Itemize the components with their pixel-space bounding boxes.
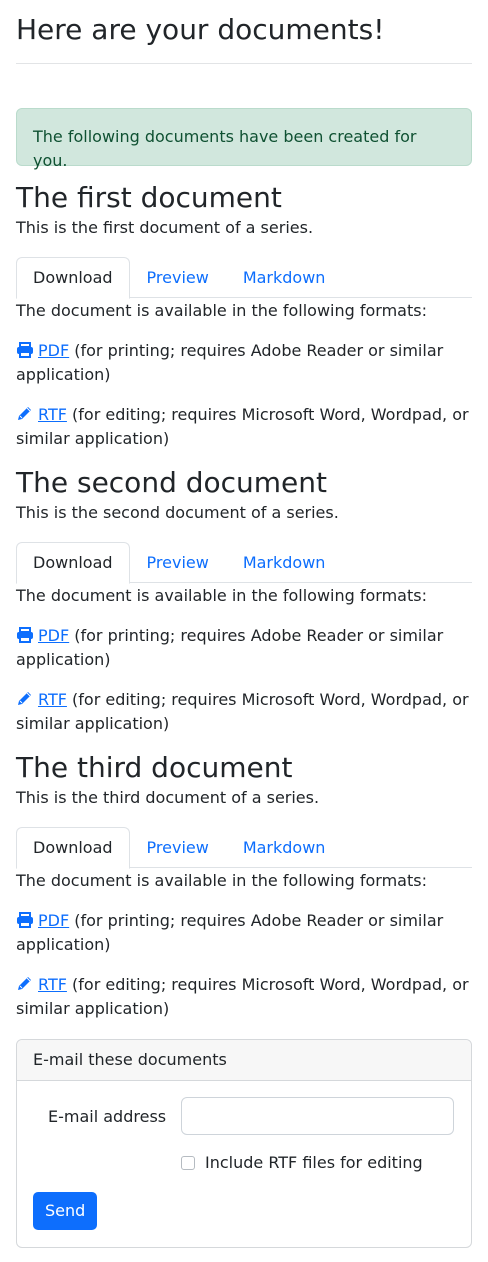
formats-intro: The document is available in the followi… bbox=[16, 586, 427, 605]
include-rtf-label[interactable]: Include RTF files for editing bbox=[205, 1151, 423, 1175]
document-section: The third document This is the third doc… bbox=[16, 736, 472, 1021]
pencil-icon bbox=[18, 407, 31, 420]
email-card: E-mail these documents E-mail address In… bbox=[16, 1039, 472, 1248]
pencil-icon bbox=[18, 977, 31, 990]
tab-preview[interactable]: Preview bbox=[130, 542, 226, 584]
printer-icon bbox=[17, 342, 33, 358]
formats-intro: The document is available in the followi… bbox=[16, 301, 427, 320]
pdf-note: (for printing; requires Adobe Reader or … bbox=[16, 626, 444, 669]
rtf-link[interactable]: RTF bbox=[16, 690, 67, 709]
rtf-link-label: RTF bbox=[38, 405, 67, 424]
document-section: The second document This is the second d… bbox=[16, 451, 472, 736]
pdf-link[interactable]: PDF bbox=[16, 341, 69, 360]
document-tabs: Download Preview Markdown bbox=[16, 257, 472, 299]
page-title: Here are your documents! bbox=[16, 13, 385, 46]
rtf-link-label: RTF bbox=[38, 690, 67, 709]
document-title: The second document bbox=[16, 466, 328, 499]
document-description: This is the third document of a series. bbox=[16, 788, 320, 807]
tab-markdown[interactable]: Markdown bbox=[226, 257, 343, 299]
rtf-link[interactable]: RTF bbox=[16, 975, 67, 994]
document-description: This is the first document of a series. bbox=[16, 218, 314, 237]
pdf-link[interactable]: PDF bbox=[16, 626, 69, 645]
rtf-link[interactable]: RTF bbox=[16, 405, 67, 424]
tab-preview[interactable]: Preview bbox=[130, 827, 226, 869]
printer-icon bbox=[17, 627, 33, 643]
format-item-rtf: RTF (for editing; requires Microsoft Wor… bbox=[16, 973, 472, 1021]
document-title: The first document bbox=[16, 181, 282, 214]
pdf-note: (for printing; requires Adobe Reader or … bbox=[16, 341, 444, 384]
tab-download[interactable]: Download bbox=[16, 542, 130, 584]
include-rtf-checkbox[interactable] bbox=[181, 1156, 195, 1170]
format-item-rtf: RTF (for editing; requires Microsoft Wor… bbox=[16, 688, 472, 736]
document-title: The third document bbox=[16, 751, 293, 784]
email-card-header: E-mail these documents bbox=[17, 1040, 471, 1081]
document-description: This is the second document of a series. bbox=[16, 503, 339, 522]
pdf-note: (for printing; requires Adobe Reader or … bbox=[16, 911, 444, 954]
document-section: The first document This is the first doc… bbox=[16, 166, 472, 451]
success-alert: The following documents have been create… bbox=[16, 108, 472, 170]
include-rtf-option: Include RTF files for editing bbox=[181, 1151, 423, 1175]
pdf-link-label: PDF bbox=[38, 911, 70, 930]
format-item-pdf: PDF (for printing; requires Adobe Reader… bbox=[16, 909, 472, 957]
tab-markdown[interactable]: Markdown bbox=[226, 827, 343, 869]
tab-download[interactable]: Download bbox=[16, 257, 130, 299]
page-container: Here are your documents! The following d… bbox=[16, 0, 472, 1248]
email-address-input[interactable] bbox=[181, 1097, 454, 1135]
printer-icon bbox=[17, 912, 33, 928]
pdf-link-label: PDF bbox=[38, 341, 70, 360]
tab-download[interactable]: Download bbox=[16, 827, 130, 869]
format-item-pdf: PDF (for printing; requires Adobe Reader… bbox=[16, 339, 472, 387]
send-button[interactable]: Send bbox=[33, 1192, 98, 1230]
pdf-link-label: PDF bbox=[38, 626, 70, 645]
formats-intro: The document is available in the followi… bbox=[16, 871, 427, 890]
tab-preview[interactable]: Preview bbox=[130, 257, 226, 299]
email-address-label: E-mail address bbox=[48, 1107, 167, 1126]
document-tabs: Download Preview Markdown bbox=[16, 827, 472, 869]
rtf-link-label: RTF bbox=[38, 975, 67, 994]
pencil-icon bbox=[18, 692, 31, 705]
format-item-pdf: PDF (for printing; requires Adobe Reader… bbox=[16, 624, 472, 672]
rtf-note: (for editing; requires Microsoft Word, W… bbox=[16, 690, 469, 733]
format-item-rtf: RTF (for editing; requires Microsoft Wor… bbox=[16, 403, 472, 451]
title-divider bbox=[16, 63, 472, 64]
pdf-link[interactable]: PDF bbox=[16, 911, 69, 930]
rtf-note: (for editing; requires Microsoft Word, W… bbox=[16, 405, 469, 448]
tab-markdown[interactable]: Markdown bbox=[226, 542, 343, 584]
document-tabs: Download Preview Markdown bbox=[16, 542, 472, 584]
rtf-note: (for editing; requires Microsoft Word, W… bbox=[16, 975, 469, 1018]
